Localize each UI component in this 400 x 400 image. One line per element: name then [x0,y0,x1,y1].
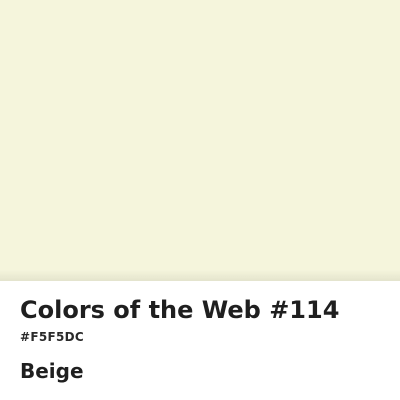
swatch-divider-shadow [0,270,400,281]
color-swatch [0,0,400,281]
color-name: Beige [20,359,84,383]
hex-code: #F5F5DC [20,330,85,344]
color-card: Colors of the Web #114 #F5F5DC Beige [0,0,400,400]
color-info-panel: Colors of the Web #114 #F5F5DC Beige [0,281,400,400]
card-title: Colors of the Web #114 [20,296,340,324]
